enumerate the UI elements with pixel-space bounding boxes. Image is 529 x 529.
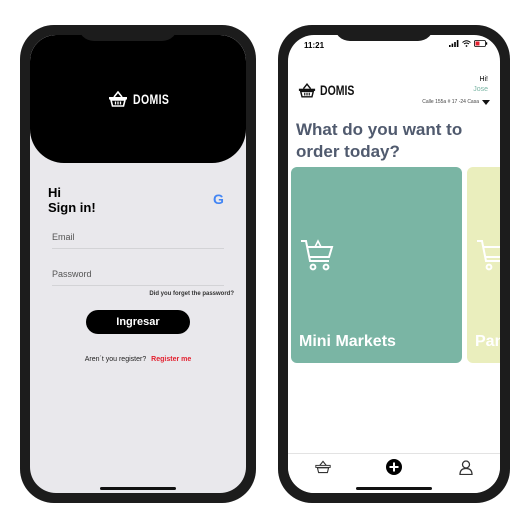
password-placeholder: Password [52, 269, 92, 279]
hi-label: Hi! [479, 76, 488, 83]
category-label: Mini Markets [299, 333, 396, 350]
register-link[interactable]: Register me [151, 356, 191, 363]
basket-icon [109, 91, 127, 107]
wifi-icon [462, 40, 471, 47]
google-icon[interactable]: G [213, 191, 224, 207]
cart-icon [477, 240, 500, 271]
forgot-password-link[interactable]: Did you forget the password? [149, 291, 234, 297]
google-glyph: G [213, 191, 224, 207]
login-screen: DOMIS Hi Sign in! G Email Password Did y… [30, 35, 246, 493]
signal-icon [449, 40, 459, 47]
user-icon [459, 460, 473, 476]
email-placeholder: Email [52, 232, 75, 242]
tab-add[interactable] [386, 459, 402, 480]
page-title: What do you want to order today? [296, 120, 463, 161]
home-indicator [100, 487, 176, 490]
tab-profile[interactable] [459, 460, 473, 480]
submit-label: Ingresar [116, 316, 160, 328]
notch [334, 25, 434, 41]
brand-logo: DOMIS [108, 91, 181, 107]
status-icons [449, 40, 488, 47]
greeting-sign-in: Sign in! [48, 200, 96, 215]
status-time: 11:21 [304, 41, 325, 50]
greeting: Hi Sign in! [48, 185, 96, 215]
caret-down-icon [482, 99, 490, 105]
address-text: Calle 155a # 17 -24 Casa [422, 99, 479, 105]
notch [78, 25, 178, 41]
register-row: Aren´t you register? Register me [30, 356, 246, 363]
category-card-mini-markets[interactable]: Mini Markets [291, 167, 462, 363]
basket-icon [298, 82, 316, 98]
user-name: Jose [473, 86, 488, 93]
tab-basket[interactable] [315, 460, 331, 479]
address-selector[interactable]: Calle 155a # 17 -24 Casa [422, 99, 490, 105]
login-header: DOMIS [30, 35, 246, 163]
category-label: Pan [475, 333, 500, 350]
email-field[interactable]: Email [52, 232, 224, 249]
user-greeting: Hi! Jose [473, 75, 488, 95]
category-card-pan[interactable]: Pan [467, 167, 500, 363]
register-prompt: Aren´t you register? [84, 356, 147, 363]
home-indicator [356, 487, 432, 490]
greeting-hi: Hi [48, 185, 61, 200]
basket-icon [315, 460, 331, 474]
brand-name: DOMIS [320, 82, 355, 98]
home-phone-frame: 11:21 DOMIS Hi! Jose Calle 155a # 17 -24… [278, 25, 510, 503]
brand-logo: DOMIS [298, 82, 366, 98]
submit-button[interactable]: Ingresar [86, 310, 190, 334]
login-phone-frame: DOMIS Hi Sign in! G Email Password Did y… [20, 25, 256, 503]
password-field[interactable]: Password [52, 269, 224, 286]
home-screen: 11:21 DOMIS Hi! Jose Calle 155a # 17 -24… [288, 35, 500, 493]
battery-icon [474, 40, 488, 47]
plus-circle-icon [386, 459, 402, 475]
brand-name: DOMIS [133, 91, 170, 107]
cart-icon [301, 239, 334, 271]
